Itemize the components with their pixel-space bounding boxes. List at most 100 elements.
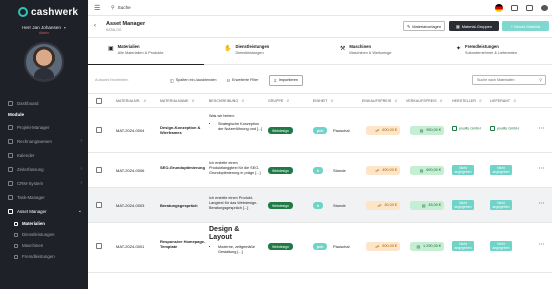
language-flag-icon[interactable] <box>495 4 503 12</box>
asset-icon <box>8 208 13 214</box>
notes-icon[interactable] <box>526 5 533 11</box>
material-name: Design-Konzeption & Wireframes <box>160 125 201 136</box>
tab-subtitle: Maschinen & Werkzeuge <box>349 50 392 55</box>
sidebar-item-label: Dashboard <box>17 100 39 106</box>
sidebar-subitem-fremdleistungen[interactable]: Fremdleistungen <box>0 251 88 262</box>
row-actions-icon[interactable]: ⋯ <box>538 165 544 172</box>
purchase-price-value: 490,00 € <box>382 168 397 172</box>
app-logo[interactable]: cashwerk <box>0 0 88 18</box>
bulk-edit-select[interactable]: Auswahl bearbeiten <box>95 78 170 82</box>
table-row[interactable]: MAT-2024-0001 Responsive Homepage-Templa… <box>88 223 552 273</box>
purchase-price: ☍ 30,00 € <box>366 201 400 210</box>
back-arrow-icon[interactable]: ‹ <box>94 23 96 29</box>
table-row[interactable]: MAT-2024-0004 Design-Konzeption & Wirefr… <box>88 108 552 153</box>
sidebar-item-label: Task-Manager <box>17 194 45 200</box>
unit-badge: pch <box>313 243 328 250</box>
material-number: MAT-2024-0004 <box>116 128 145 133</box>
tab-materialien[interactable]: ▣ Materialien Alle Materialien & Produkte <box>88 38 204 66</box>
sidebar-item-label: Fremdleistungen <box>22 254 55 259</box>
crm-icon <box>8 180 13 186</box>
material-number: MAT-2024-0001 <box>116 244 145 249</box>
new-material-button[interactable]: + Neues Material <box>502 21 549 31</box>
column-header-einkaufspreis[interactable]: EINKAUFSPREIS ⇵ <box>362 99 397 103</box>
supplier-badge: Nicht angegeben <box>490 241 512 252</box>
row-actions-icon[interactable]: ⋯ <box>538 241 544 248</box>
sale-price-value: 1.290,00 € <box>423 244 441 248</box>
row-checkbox[interactable] <box>96 127 102 133</box>
notification-icon[interactable] <box>541 5 548 11</box>
column-header-beschreibung[interactable]: BESCHREIBUNG ⇵ <box>209 99 244 103</box>
upload-icon: ⇫ <box>273 78 277 83</box>
purchase-price-value: 600,00 € <box>382 128 397 132</box>
material-name: SEO-Grundoptimierung <box>160 165 205 170</box>
user-menu[interactable]: Herr Jan Johansen ▾ <box>0 25 88 30</box>
material-description: Design & Layout Moderne, zeitgemäße Gest… <box>209 226 264 255</box>
column-header-materialname[interactable]: MATERIALNAME ⇵ <box>160 99 195 103</box>
sale-price-value: 45,00 € <box>428 203 441 207</box>
material-groups-button[interactable]: ▦ Material-Gruppen <box>449 21 499 31</box>
column-header-verkaufspreis[interactable]: VERKAUFSPREIS ⇵ <box>406 99 443 103</box>
column-toggle-button[interactable]: ◫ Spalten ein-/ausblenden <box>170 78 217 83</box>
material-name: Beratungsgespräch <box>160 203 198 208</box>
sale-price: ▤ 950,00 € <box>410 126 444 135</box>
project-icon <box>8 124 13 130</box>
sidebar-item-kalender[interactable]: Kalender <box>0 148 88 162</box>
tab-dienstleistungen[interactable]: ✋ Dienstleistungen Dienstleistungen <box>204 38 320 64</box>
user-role: Admin <box>39 31 49 35</box>
button-label: Spalten ein-/ausblenden <box>175 78 217 82</box>
company-icon <box>452 126 457 131</box>
sidebar-item-crm[interactable]: CRM-System › <box>0 176 88 190</box>
cart-icon: ☍ <box>375 169 380 173</box>
description-title: Was wir bieten: <box>209 114 235 118</box>
column-header-label: MATERIALNAME <box>160 99 189 103</box>
description-title: Design & Layout <box>209 226 240 241</box>
column-header-einheit[interactable]: EINHEIT ⇵ <box>313 99 334 103</box>
sidebar-subitem-dienstleistungen[interactable]: Dienstleistungen <box>0 229 88 240</box>
sidebar-item-zeiterfassung[interactable]: Zeiterfassung › <box>0 162 88 176</box>
global-search-input[interactable]: Suche <box>118 5 268 10</box>
sort-icon: ⇵ <box>394 99 398 103</box>
row-checkbox[interactable] <box>96 202 102 208</box>
search-icon: ⚲ <box>111 4 115 11</box>
material-search-input[interactable]: Suche nach Materialien ⚲ <box>472 75 546 85</box>
supplier-badge: Nicht angegeben <box>490 165 512 176</box>
sale-price: ▤ 45,00 € <box>410 201 444 210</box>
sidebar-item-dashboard[interactable]: Dashboard <box>0 96 88 110</box>
extended-filter-button[interactable]: ☷ Erweiterte Filter <box>227 78 259 83</box>
sidebar-subitem-maschinen[interactable]: Maschinen <box>0 240 88 251</box>
sidebar-subitem-materialien[interactable]: Materialien <box>0 218 88 229</box>
column-header-hersteller[interactable]: HERSTELLER ⇵ <box>452 99 482 103</box>
table-row[interactable]: MAT-2024-0006 SEO-Grundoptimierung Ich e… <box>88 153 552 188</box>
sale-price-value: 690,00 € <box>426 168 441 172</box>
table-row[interactable]: MAT-2024-0003 Beratungsgespräch Ich erst… <box>88 188 552 223</box>
sidebar-item-task-manager[interactable]: Task-Manager <box>0 190 88 204</box>
tab-fremdleistungen[interactable]: ✦ Fremdleistungen Subunternehmer & Liefer… <box>436 38 552 64</box>
select-all-checkbox[interactable] <box>96 98 102 104</box>
row-actions-icon[interactable]: ⋯ <box>538 200 544 207</box>
column-header-lieferant[interactable]: LIEFERANT ⇵ <box>490 99 516 103</box>
supplier: youlite GmbH <box>490 126 524 131</box>
button-label: Material-Gruppen <box>461 23 492 29</box>
row-checkbox[interactable] <box>96 243 102 249</box>
unit-badge: pch <box>313 127 328 134</box>
sidebar-item-label: Asset Manager <box>17 208 47 214</box>
invoice-icon <box>8 138 13 144</box>
row-actions-icon[interactable]: ⋯ <box>538 125 544 132</box>
hamburger-menu-icon[interactable]: ☰ <box>94 4 102 12</box>
cash-icon: ▤ <box>419 129 424 133</box>
row-checkbox[interactable] <box>96 167 102 173</box>
chevron-down-icon: ▾ <box>63 25 66 30</box>
import-button[interactable]: ⇫ Importieren <box>268 74 303 86</box>
material-templates-button[interactable]: ✎ Materialvorlagen <box>403 21 445 31</box>
material-description: Was wir bieten: Strategische Konzeption … <box>209 114 264 131</box>
column-header-materialnr[interactable]: MATERIALNR. ⇵ <box>116 99 146 103</box>
sidebar-item-asset-manager[interactable]: Asset Manager ⌄ <box>0 204 88 218</box>
tab-maschinen[interactable]: ⚒ Maschinen Maschinen & Werkzeuge <box>320 38 436 64</box>
chat-icon[interactable] <box>511 5 518 11</box>
sort-icon: ⇵ <box>241 99 245 103</box>
column-header-gruppe[interactable]: GRUPPE ⇵ <box>268 99 289 103</box>
sidebar-item-rechnungswesen[interactable]: Rechnungswesen › <box>0 134 88 148</box>
avatar[interactable] <box>24 42 64 82</box>
dashboard-icon <box>8 100 13 106</box>
sidebar-item-projekt-manager[interactable]: Projekt-Manager <box>0 120 88 134</box>
